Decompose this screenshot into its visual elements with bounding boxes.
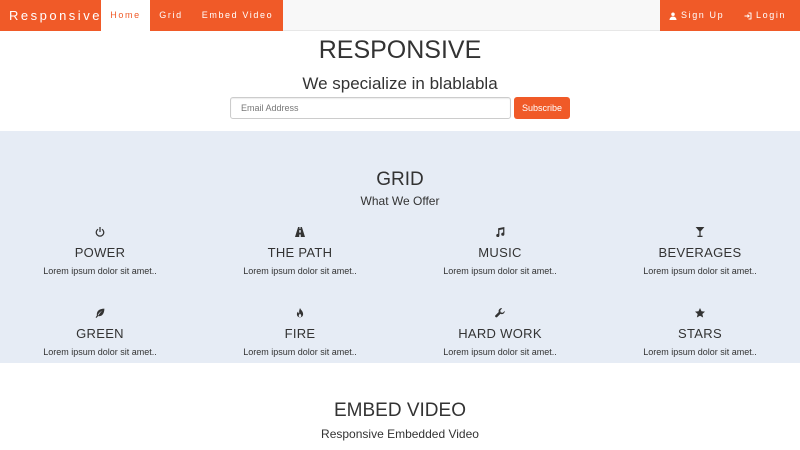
grid-item-title: HARD WORK	[458, 326, 542, 341]
video-section: EMBED VIDEO Responsive Embedded Video	[0, 363, 800, 450]
brand-logo[interactable]: Responsive	[0, 0, 101, 31]
grid-section: GRID What We Offer POWER Lorem ipsum dol…	[0, 131, 800, 363]
email-input[interactable]	[230, 97, 511, 119]
grid-item-hard-work: HARD WORK Lorem ipsum dolor sit amet..	[400, 308, 600, 357]
nav-right: Sign Up Login	[660, 0, 800, 31]
video-title: EMBED VIDEO	[334, 400, 466, 421]
user-icon	[669, 12, 677, 20]
grid-item-title: THE PATH	[267, 245, 333, 260]
grid-subtitle: What We Offer	[360, 194, 440, 208]
grid-item-fire: FIRE Lorem ipsum dolor sit amet..	[200, 308, 400, 357]
grid-item-music: MUSIC Lorem ipsum dolor sit amet..	[400, 227, 600, 276]
login-icon	[744, 12, 752, 19]
nav-embed-video[interactable]: Embed Video	[192, 0, 283, 31]
grid-item-the-path: THE PATH Lorem ipsum dolor sit amet..	[200, 227, 400, 276]
nav-sign-up[interactable]: Sign Up	[660, 0, 736, 31]
hero-title: RESPONSIVE	[318, 36, 482, 64]
grid-item-stars: STARS Lorem ipsum dolor sit amet..	[600, 308, 800, 357]
grid-item-title: STARS	[678, 326, 722, 341]
nav-login[interactable]: Login	[736, 0, 786, 31]
star-icon	[695, 308, 705, 318]
grid-item-text: Lorem ipsum dolor sit amet..	[643, 266, 757, 276]
signup-form: Subscribe	[230, 97, 570, 119]
nav-grid[interactable]: Grid	[150, 0, 192, 31]
grid-item-title: POWER	[74, 245, 126, 260]
nav-sign-up-label: Sign Up	[681, 10, 725, 20]
grid-title: GRID	[376, 169, 424, 190]
video-subtitle: Responsive Embedded Video	[321, 427, 479, 441]
grid-item-text: Lorem ipsum dolor sit amet..	[443, 266, 557, 276]
road-icon	[295, 227, 305, 237]
hero-section: RESPONSIVE We specialize in blablabla Su…	[0, 31, 800, 131]
grid-item-title: GREEN	[76, 326, 124, 341]
grid-item-title: BEVERAGES	[658, 245, 742, 260]
grid-item-text: Lorem ipsum dolor sit amet..	[243, 347, 357, 357]
grid-item-text: Lorem ipsum dolor sit amet..	[43, 347, 157, 357]
music-icon	[495, 227, 505, 237]
leaf-icon	[95, 308, 105, 318]
grid-item-title: MUSIC	[478, 245, 522, 260]
power-icon	[95, 227, 105, 237]
grid-item-power: POWER Lorem ipsum dolor sit amet..	[0, 227, 200, 276]
nav-login-label: Login	[756, 10, 787, 20]
wrench-icon	[495, 308, 505, 318]
grid-item-text: Lorem ipsum dolor sit amet..	[443, 347, 557, 357]
nav-home[interactable]: Home	[101, 0, 150, 31]
grid-item-text: Lorem ipsum dolor sit amet..	[243, 266, 357, 276]
grid-item-title: FIRE	[284, 326, 316, 341]
navbar: Responsive Home Grid Embed Video Sign Up…	[0, 0, 800, 31]
glass-icon	[695, 227, 705, 237]
subscribe-button[interactable]: Subscribe	[514, 97, 570, 119]
grid-item-text: Lorem ipsum dolor sit amet..	[643, 347, 757, 357]
nav-left: Home Grid Embed Video	[101, 0, 283, 31]
fire-icon	[295, 308, 305, 318]
grid-item-green: GREEN Lorem ipsum dolor sit amet..	[0, 308, 200, 357]
grid-item-beverages: BEVERAGES Lorem ipsum dolor sit amet..	[600, 227, 800, 276]
hero-subtitle: We specialize in blablabla	[302, 74, 498, 93]
grid-item-text: Lorem ipsum dolor sit amet..	[43, 266, 157, 276]
